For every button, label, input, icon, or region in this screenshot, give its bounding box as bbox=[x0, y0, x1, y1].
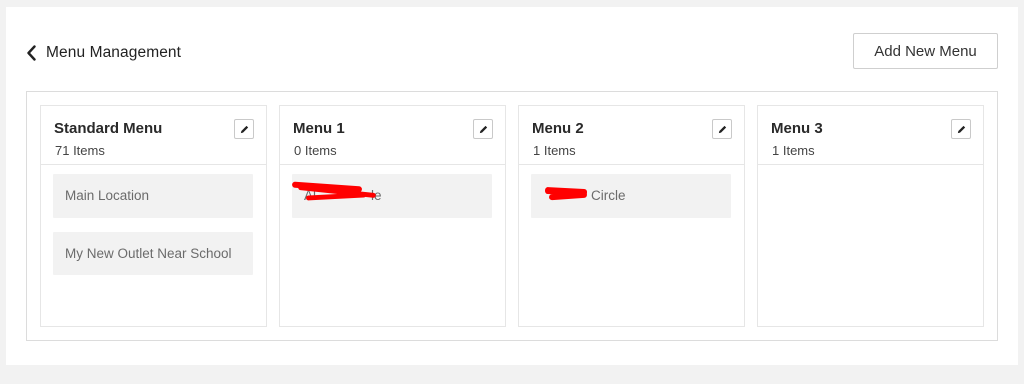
menu-column-header: Menu 2 1 Items bbox=[519, 106, 744, 165]
redaction-mark bbox=[548, 191, 588, 201]
location-item[interactable]: Main Location bbox=[53, 174, 253, 218]
menu-management-panel: Menu Management Add New Menu Standard Me… bbox=[6, 7, 1018, 365]
pencil-icon bbox=[718, 125, 726, 133]
menu-items-list: Circle bbox=[519, 165, 744, 218]
menu-item-count: 0 Items bbox=[294, 143, 337, 158]
edit-menu-button[interactable] bbox=[473, 119, 493, 139]
menu-item-count: 1 Items bbox=[772, 143, 815, 158]
menu-title: Menu 1 bbox=[293, 120, 345, 137]
menu-column-menu-2: Menu 2 1 Items Circle bbox=[518, 105, 745, 327]
menu-column-menu-3: Menu 3 1 Items bbox=[757, 105, 984, 327]
location-item[interactable]: Circle bbox=[531, 174, 731, 218]
location-item[interactable]: Alle bbox=[291, 174, 492, 218]
pencil-icon bbox=[240, 125, 248, 133]
menu-item-count: 71 Items bbox=[55, 143, 105, 158]
menu-title: Standard Menu bbox=[54, 120, 163, 137]
menu-column-menu-1: Menu 1 0 Items Alle bbox=[279, 105, 506, 327]
pencil-icon bbox=[957, 125, 965, 133]
menu-title: Menu 2 bbox=[532, 120, 584, 137]
location-item[interactable]: My New Outlet Near School bbox=[53, 232, 253, 275]
menu-column-header: Standard Menu 71 Items bbox=[41, 106, 266, 165]
edit-menu-button[interactable] bbox=[234, 119, 254, 139]
menu-column-header: Menu 3 1 Items bbox=[758, 106, 983, 165]
location-item-label-end: Circle bbox=[591, 188, 626, 203]
menu-board: Standard Menu 71 Items Main Location My … bbox=[26, 91, 998, 341]
pencil-icon bbox=[479, 125, 487, 133]
chevron-left-icon[interactable] bbox=[26, 45, 37, 61]
page-title: Menu Management bbox=[46, 44, 182, 61]
menu-items-list: Alle bbox=[280, 165, 505, 218]
menu-item-count: 1 Items bbox=[533, 143, 576, 158]
menu-items-list: Main Location My New Outlet Near School bbox=[41, 165, 266, 275]
edit-menu-button[interactable] bbox=[951, 119, 971, 139]
menu-title: Menu 3 bbox=[771, 120, 823, 137]
add-new-menu-button[interactable]: Add New Menu bbox=[853, 33, 998, 69]
menu-column-header: Menu 1 0 Items bbox=[280, 106, 505, 165]
edit-menu-button[interactable] bbox=[712, 119, 732, 139]
menu-items-list bbox=[758, 165, 983, 174]
menu-column-standard: Standard Menu 71 Items Main Location My … bbox=[40, 105, 267, 327]
back-navigation[interactable]: Menu Management bbox=[26, 44, 181, 62]
